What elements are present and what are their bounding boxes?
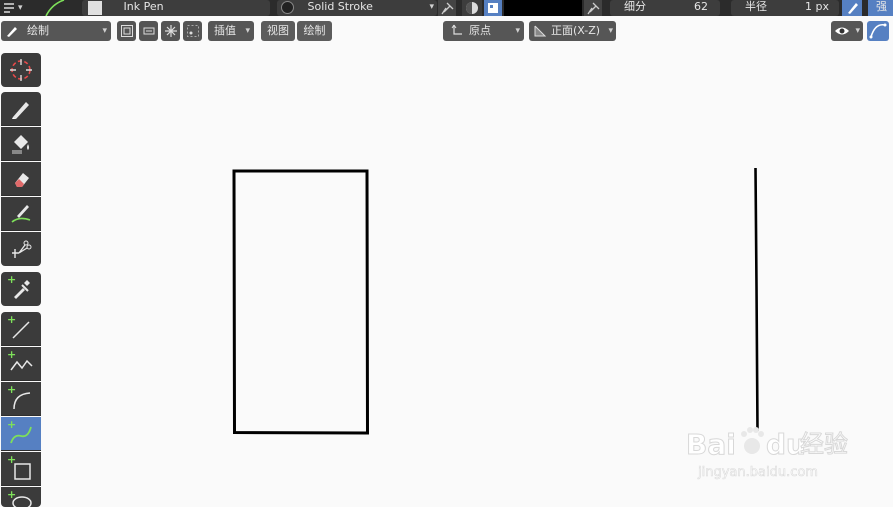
subdivision-label: 细分 xyxy=(624,0,646,13)
eraser-icon xyxy=(15,172,29,187)
brush-icon xyxy=(88,1,102,15)
points-icon xyxy=(164,25,177,37)
color-swatch[interactable] xyxy=(504,0,582,16)
box-tool[interactable]: + xyxy=(1,452,41,486)
select-points-button[interactable] xyxy=(161,21,180,41)
brush-name: Ink Pen xyxy=(123,0,164,13)
strength-label: 强 xyxy=(876,0,887,13)
add-icon: + xyxy=(7,313,17,326)
add-icon: + xyxy=(7,348,17,361)
pencil-icon xyxy=(12,101,29,119)
material-name: Solid Stroke xyxy=(307,0,373,13)
pin-icon xyxy=(441,2,454,15)
gizmo-menu[interactable]: ▾ xyxy=(2,0,32,16)
mode-label: 绘制 xyxy=(27,24,49,37)
add-icon: + xyxy=(7,418,17,431)
curve-tool[interactable]: + xyxy=(1,417,41,451)
pressure-radius-button[interactable] xyxy=(842,0,862,16)
pencil-icon xyxy=(7,27,17,37)
cursor-tool[interactable] xyxy=(1,53,41,87)
rectangle-stroke xyxy=(232,169,370,435)
cursor-icon xyxy=(10,59,32,81)
baidu-paw-logo: Bai du 经验 jingyan.baidu.com xyxy=(686,427,849,480)
gizmo-icon xyxy=(4,3,14,13)
select-box-icon xyxy=(120,25,133,37)
radius-label: 半径 xyxy=(745,0,767,13)
interpolate-label: 插值 xyxy=(214,24,236,37)
chevron-down-icon: ▾ xyxy=(245,26,250,36)
mode-selector[interactable]: 绘制 ▾ xyxy=(1,21,111,41)
select-stroke-button[interactable] xyxy=(139,21,158,41)
radius-field[interactable]: 半径 1 px xyxy=(731,0,839,16)
fill-tool[interactable] xyxy=(1,127,41,161)
chevron-down-icon: ▾ xyxy=(855,26,860,36)
orientation-menu[interactable]: 正面(X-Z) ▾ xyxy=(529,21,616,41)
curve-stroke-icon xyxy=(45,0,65,17)
origin-label: 原点 xyxy=(469,24,491,37)
circle-tool[interactable]: + xyxy=(1,487,41,507)
select-all-button[interactable] xyxy=(117,21,136,41)
chevron-down-icon: ▾ xyxy=(102,26,107,36)
svg-text:jingyan.baidu.com: jingyan.baidu.com xyxy=(697,465,818,480)
curve-edit-icon xyxy=(869,23,887,39)
arc-tool[interactable]: + xyxy=(1,382,41,416)
svg-text:经验: 经验 xyxy=(800,430,848,458)
axis-orientation-icon xyxy=(534,25,547,37)
pin-material-button[interactable] xyxy=(438,0,456,16)
interpolate-menu[interactable]: 插值 ▾ xyxy=(208,21,254,41)
vertical-line-stroke xyxy=(754,167,759,432)
tool-shelf: + + + + + + + xyxy=(0,50,44,507)
chevron-down-icon: ▾ xyxy=(18,3,23,13)
shading-sphere-icon xyxy=(466,2,478,14)
pin-icon xyxy=(587,2,600,15)
subdivision-field[interactable]: 细分 62 xyxy=(610,0,720,16)
tool-settings-header: ▾ Ink Pen Solid Stroke ▾ 细分 62 半径 1 px 强 xyxy=(0,0,893,17)
add-icon: + xyxy=(7,488,17,501)
cutter-tool[interactable] xyxy=(1,232,41,266)
segment-icon xyxy=(186,25,199,37)
strength-field[interactable]: 强 xyxy=(868,0,893,16)
baidu-watermark: Bai du 经验 jingyan.baidu.com xyxy=(678,420,888,487)
stroke-preview[interactable] xyxy=(40,0,74,17)
draw-tool[interactable] xyxy=(1,92,41,126)
draw-menu-label: 绘制 xyxy=(303,24,326,37)
material-icon xyxy=(281,1,294,14)
add-icon: + xyxy=(7,383,17,396)
eye-icon xyxy=(835,27,849,35)
curve-mode-toggle[interactable] xyxy=(867,21,889,41)
vertex-paint-icon xyxy=(488,3,498,13)
polyline-tool[interactable]: + xyxy=(1,347,41,381)
pin-color-button[interactable] xyxy=(584,0,602,16)
chevron-down-icon: ▾ xyxy=(429,2,434,12)
overlay-visibility-menu[interactable]: ▾ xyxy=(831,21,863,41)
line-tool[interactable]: + xyxy=(1,312,41,346)
color-mode-toggle[interactable] xyxy=(462,0,482,16)
tint-brush-icon xyxy=(11,204,31,223)
draw-menu[interactable]: 绘制 xyxy=(297,21,332,41)
pen-pressure-icon xyxy=(848,3,858,14)
eyedropper-tool[interactable]: + xyxy=(1,272,41,306)
orientation-label: 正面(X-Z) xyxy=(551,24,601,37)
chevron-down-icon: ▾ xyxy=(608,26,613,36)
vertex-color-toggle[interactable] xyxy=(484,0,502,16)
brush-selector[interactable]: Ink Pen xyxy=(82,0,270,16)
select-segment-button[interactable] xyxy=(183,21,202,41)
radius-value: 1 px xyxy=(805,0,829,13)
viewport-header: 绘制 ▾ 插值 ▾ 视图 绘制 原点 ▾ 正面(X-Z) ▾ ▾ xyxy=(0,16,893,46)
add-icon: + xyxy=(7,453,17,466)
add-icon: + xyxy=(7,273,17,286)
origin-icon xyxy=(451,24,462,35)
tint-tool[interactable] xyxy=(1,197,41,231)
erase-tool[interactable] xyxy=(1,162,41,196)
scissors-icon xyxy=(12,240,32,258)
bucket-icon xyxy=(12,134,29,154)
svg-text:Bai: Bai xyxy=(686,428,736,461)
stroke-placement-menu[interactable]: 原点 ▾ xyxy=(443,21,524,41)
material-selector[interactable]: Solid Stroke ▾ xyxy=(277,0,437,16)
subdivision-value: 62 xyxy=(694,0,708,13)
stroke-select-icon xyxy=(143,27,154,35)
chevron-down-icon: ▾ xyxy=(515,26,520,36)
view-menu-label: 视图 xyxy=(267,24,289,37)
view-menu[interactable]: 视图 xyxy=(261,21,295,41)
